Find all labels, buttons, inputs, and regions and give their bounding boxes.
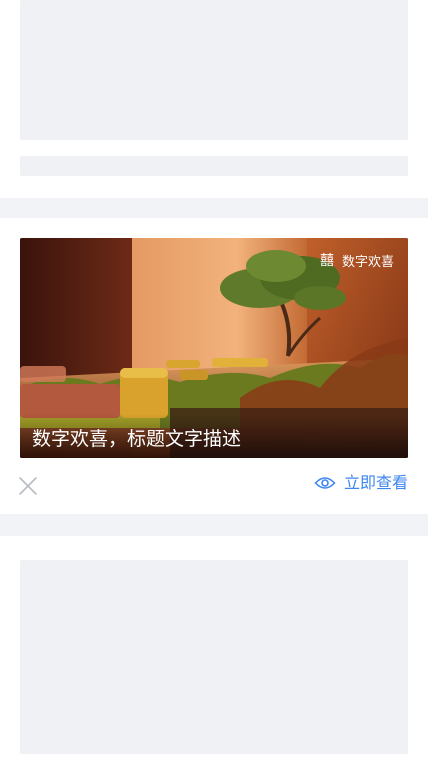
card-caption: 数字欢喜，标题文字描述 [32, 428, 242, 450]
close-button[interactable] [18, 476, 38, 496]
feed-card-image[interactable]: 囍 数字欢喜 数字欢喜，标题文字描述 [20, 238, 408, 458]
section-divider [0, 514, 428, 536]
brand-badge: 囍 数字欢喜 [318, 251, 394, 271]
brand-name: 数字欢喜 [341, 255, 394, 270]
brand-logo-icon: 囍 [319, 252, 334, 269]
view-now-label: 立即查看 [343, 473, 408, 492]
skeleton-line-top [20, 156, 408, 176]
close-icon [19, 477, 37, 495]
view-now-button[interactable]: 立即查看 [314, 472, 408, 494]
eye-icon [314, 477, 336, 489]
skeleton-image-top [20, 0, 408, 140]
section-divider [0, 198, 428, 218]
skeleton-image-bottom [20, 560, 408, 754]
